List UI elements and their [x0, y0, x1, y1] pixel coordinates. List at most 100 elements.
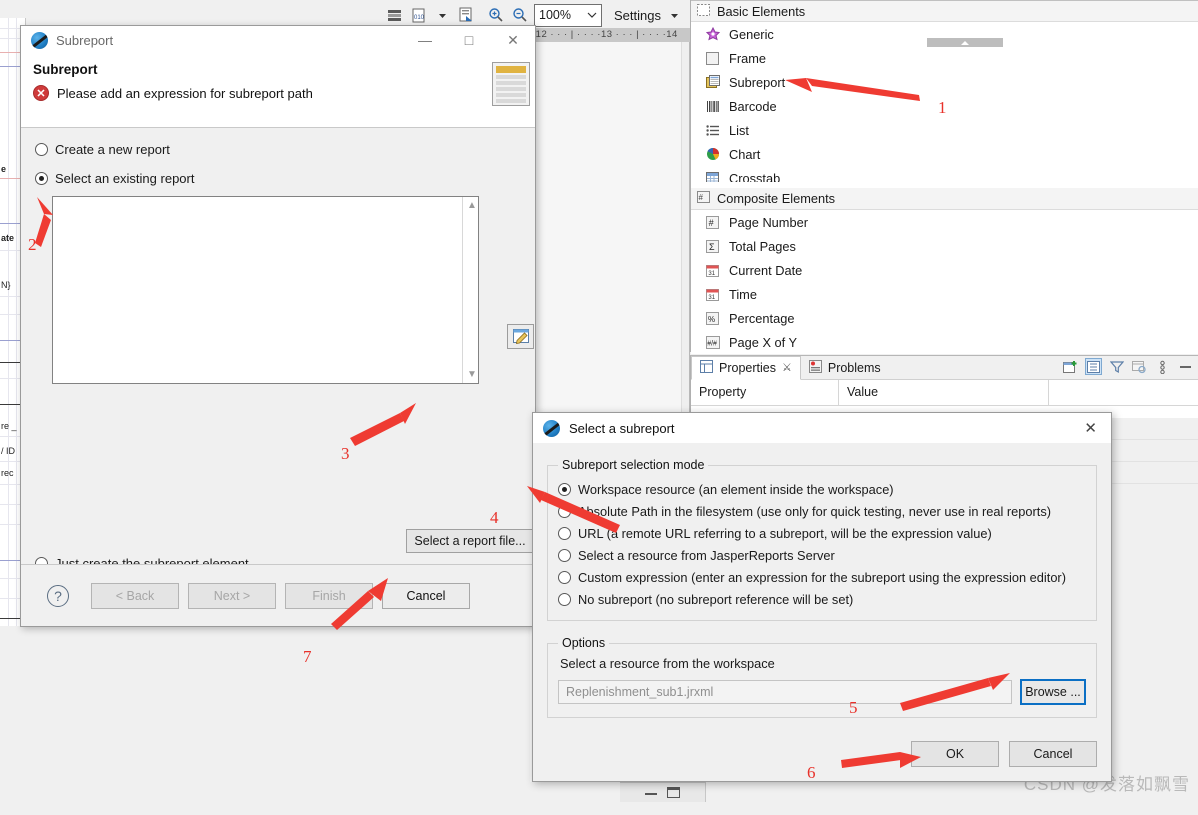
palette-item-label: Total Pages [729, 238, 796, 254]
browse-button[interactable]: Browse ... [1020, 679, 1086, 705]
radio-indicator[interactable] [558, 482, 571, 496]
palette-item-time[interactable]: 31 Time [691, 282, 1198, 306]
list-icon [705, 123, 720, 138]
close-icon[interactable]: ⚔ [782, 361, 792, 374]
ok-button[interactable]: OK [911, 741, 999, 767]
svg-text:#: # [699, 193, 704, 202]
select-dialog-titlebar[interactable]: Select a subreport ✕ [533, 413, 1111, 443]
zoom-level-value: 100% [539, 8, 571, 22]
fields-icon[interactable]: 010 [408, 5, 428, 25]
mode-option-custom-expression[interactable]: Custom expression (enter an expression f… [558, 566, 1086, 588]
close-icon[interactable]: ✕ [1078, 419, 1103, 437]
mode-option-jasperreports-server[interactable]: Select a resource from JasperReports Ser… [558, 544, 1086, 566]
mode-option-no-subreport[interactable]: No subreport (no subreport reference wil… [558, 588, 1086, 610]
bands-icon[interactable] [384, 5, 404, 25]
radio-indicator[interactable] [558, 548, 571, 562]
dropdown-caret-icon[interactable] [432, 5, 452, 25]
palette-item-frame[interactable]: Frame [691, 46, 1198, 70]
cancel-button[interactable]: Cancel [382, 582, 470, 609]
palette-item-total-pages[interactable]: Σ Total Pages [691, 234, 1198, 258]
palette-item-label: Current Date [729, 262, 803, 278]
zoom-level-combo[interactable]: 100% [534, 3, 602, 27]
back-button[interactable]: < Back [91, 582, 179, 609]
palette-item-chart[interactable]: Chart [691, 142, 1198, 166]
view-menu-icon[interactable] [1154, 358, 1171, 375]
annotation-number-7: 7 [303, 647, 312, 666]
listbox-scrollbar[interactable]: ▲ ▼ [462, 197, 478, 383]
wizard-heading: Subreport [33, 62, 98, 77]
maximize-view-icon[interactable] [667, 787, 680, 798]
radio-indicator[interactable] [35, 143, 48, 156]
palette-section-basic-header[interactable]: Basic Elements [691, 0, 1198, 22]
palette-item-label: Chart [729, 146, 761, 162]
properties-tab-tools[interactable] [1062, 358, 1194, 375]
palette-item-subreport[interactable]: Subreport [691, 70, 1198, 94]
scroll-down-icon[interactable]: ▼ [467, 369, 477, 380]
palette-item-crosstab[interactable]: Crosstab [691, 166, 1198, 182]
mode-option-absolute-path[interactable]: Absolute Path in the filesystem (use onl… [558, 500, 1086, 522]
select-report-file-button[interactable]: Select a report file... [406, 529, 534, 553]
properties-table-header: Property Value [691, 380, 1198, 406]
svg-text:#: # [709, 217, 714, 227]
subreport-dialog-titlebar[interactable]: Subreport — □ ✕ [21, 26, 535, 54]
settings-caret-icon[interactable] [665, 5, 685, 25]
close-button[interactable]: ✕ [491, 26, 535, 54]
palette-section-composite-header[interactable]: # Composite Elements [691, 188, 1198, 210]
view-state-toolbar[interactable] [620, 782, 706, 802]
tab-problems[interactable]: Problems [801, 356, 889, 380]
preview-icon[interactable] [456, 5, 476, 25]
tree-view-icon[interactable] [1085, 358, 1102, 375]
finish-button[interactable]: Finish [285, 582, 373, 609]
minimize-icon[interactable] [1177, 358, 1194, 375]
tab-properties[interactable]: Properties ⚔ [691, 355, 801, 380]
linked-view-icon[interactable] [1131, 358, 1148, 375]
canvas-label: re _ [1, 421, 17, 431]
help-icon[interactable]: ? [47, 584, 69, 607]
radio-indicator[interactable] [558, 592, 571, 606]
expression-editor-button[interactable] [507, 324, 534, 349]
palette-item-current-date[interactable]: 31 Current Date [691, 258, 1198, 282]
palette-item-page-number[interactable]: # Page Number [691, 210, 1198, 234]
minimize-button[interactable]: — [403, 26, 447, 54]
calendar-icon: 31 [705, 287, 720, 302]
palette-item-label: Page Number [729, 214, 808, 230]
radio-indicator[interactable] [35, 172, 48, 185]
palette-scroll-up-button[interactable] [927, 38, 1003, 47]
radio-indicator[interactable] [558, 526, 571, 540]
new-view-icon[interactable] [1062, 358, 1079, 375]
palette-item-list[interactable]: List [691, 118, 1198, 142]
radio-indicator[interactable] [558, 504, 571, 518]
annotation-number-6: 6 [807, 763, 816, 782]
canvas-label: e [1, 164, 7, 174]
palette-item-label: Time [729, 286, 757, 302]
generic-icon [705, 27, 720, 42]
properties-tabbar[interactable]: Properties ⚔ Problems [691, 355, 1198, 380]
mode-option-url[interactable]: URL (a remote URL referring to a subrepo… [558, 522, 1086, 544]
zoom-in-icon[interactable] [486, 5, 506, 25]
resource-path-field[interactable]: Replenishment_sub1.jrxml [558, 680, 1012, 704]
column-header-property: Property [691, 380, 839, 405]
composite-elements-list[interactable]: # Page Number Σ Total Pages 31 Current D… [691, 210, 1198, 354]
palette-item-page-x-of-y[interactable]: #/# Page X of Y [691, 330, 1198, 354]
annotation-number-4: 4 [490, 508, 499, 527]
mode-option-workspace-resource[interactable]: Workspace resource (an element inside th… [558, 478, 1086, 500]
next-button[interactable]: Next > [188, 582, 276, 609]
radio-create-new-report[interactable]: Create a new report [35, 142, 521, 157]
svg-text:Σ: Σ [709, 241, 715, 251]
maximize-button[interactable]: □ [447, 26, 491, 54]
cancel-button[interactable]: Cancel [1009, 741, 1097, 767]
hash-icon: # [705, 215, 720, 230]
settings-menu[interactable]: Settings [614, 8, 661, 23]
elements-palette-panel: Basic Elements Generic Frame Subreport B… [690, 0, 1198, 354]
radio-select-existing-report[interactable]: Select an existing report [35, 171, 521, 186]
restore-icon[interactable] [645, 790, 657, 795]
percent-icon: % [705, 311, 720, 326]
palette-item-percentage[interactable]: % Percentage [691, 306, 1198, 330]
filter-icon[interactable] [1108, 358, 1125, 375]
radio-indicator[interactable] [558, 570, 571, 584]
subreport-mode-group: Subreport selection mode Workspace resou… [547, 458, 1097, 621]
zoom-out-icon[interactable] [510, 5, 530, 25]
report-path-listbox[interactable]: ▲ ▼ [52, 196, 479, 384]
table-icon [700, 359, 713, 376]
scroll-up-icon[interactable]: ▲ [467, 200, 477, 211]
